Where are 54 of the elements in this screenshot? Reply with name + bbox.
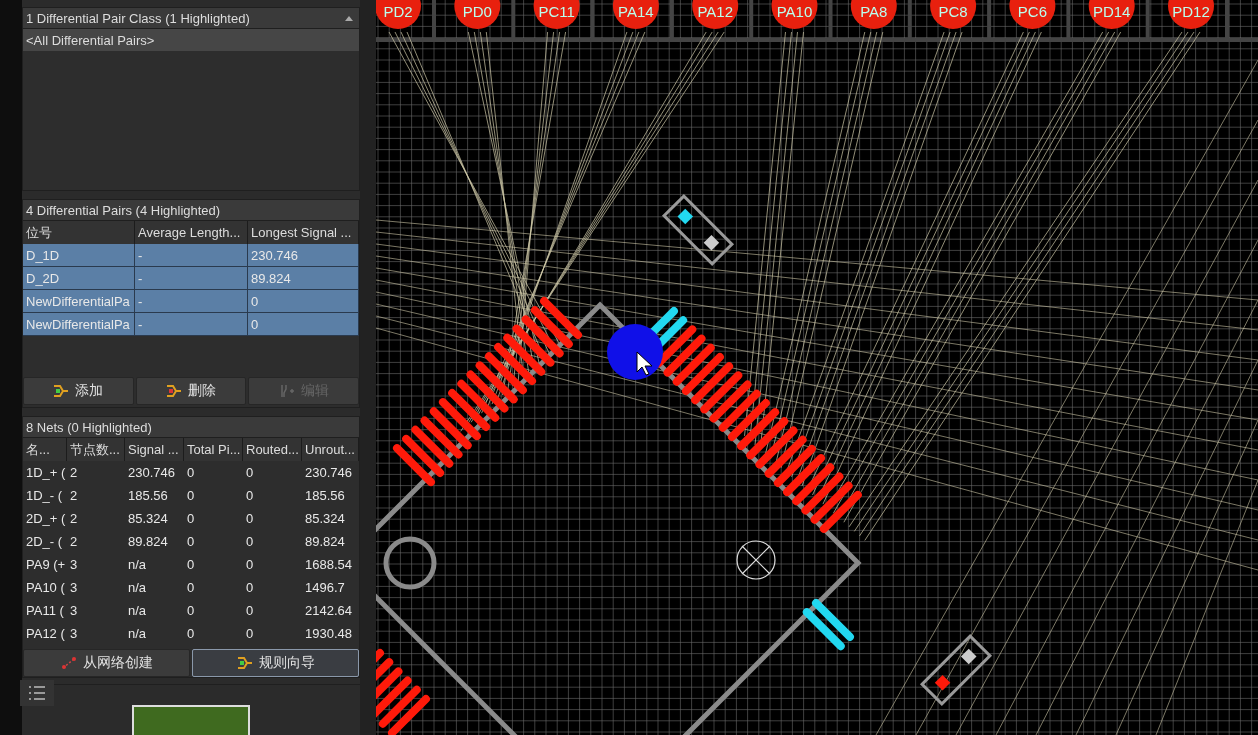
pad: PD12	[1168, 0, 1214, 29]
panel-button[interactable]: 规则向导	[192, 649, 359, 677]
panel-button[interactable]: 添加	[23, 377, 134, 405]
pad: PC11	[533, 0, 580, 29]
table-cell: NewDifferentialPa	[23, 313, 135, 336]
table-cell: D_1D	[23, 244, 135, 267]
column-header[interactable]: 位号	[23, 221, 135, 244]
pad: PA10	[771, 0, 818, 29]
column-header[interactable]: Total Pi...	[184, 438, 243, 461]
pad: PA14	[612, 0, 659, 29]
collapse-icon[interactable]	[345, 15, 353, 21]
pad: PA12	[692, 0, 739, 29]
panel-button[interactable]: 从网络创建	[23, 649, 190, 677]
table-cell: -	[135, 290, 248, 313]
table-cell: 230.746	[248, 244, 359, 267]
column-header[interactable]: Unrout...	[302, 438, 359, 461]
table-cell: -	[135, 267, 248, 290]
list-icon[interactable]	[20, 680, 54, 706]
connector-icon	[53, 384, 70, 398]
panel-title: 1 Differential Pair Class (1 Highlighted)	[26, 10, 250, 26]
table-cell: 0	[248, 290, 359, 313]
pad: PC6	[1009, 0, 1056, 29]
panel-button[interactable]: 删除	[135, 377, 247, 405]
table-cell: 0	[248, 313, 359, 336]
column-header[interactable]: Longest Signal ...	[248, 221, 359, 244]
pad: PA8	[850, 0, 897, 29]
column-header[interactable]: Routed...	[243, 438, 302, 461]
table-cell: NewDifferentialPa	[23, 290, 135, 313]
pin-one-marker	[383, 536, 437, 590]
panel-header: 4 Differential Pairs (4 Highlighted)	[22, 199, 360, 221]
crosshair-icon	[736, 540, 776, 580]
pad-row-drawing	[802, 599, 854, 651]
table-cell: D_2D	[23, 267, 135, 290]
column-header[interactable]: Signal ...	[125, 438, 184, 461]
board-thumbnail[interactable]	[132, 705, 250, 735]
pad: PD14	[1088, 0, 1135, 29]
pad: PD0	[454, 0, 501, 29]
table-cell: 89.824	[248, 267, 359, 290]
cursor-icon	[636, 351, 653, 376]
scrollbar[interactable]	[360, 0, 376, 735]
column-header[interactable]: Average Length...	[135, 221, 248, 244]
pad: PD2	[376, 0, 421, 29]
table-cell: -	[135, 313, 248, 336]
pad: PC8	[930, 0, 977, 29]
column-header[interactable]: 名...	[23, 438, 67, 461]
connector-icon	[236, 656, 253, 670]
list-item[interactable]: <All Differential Pairs>	[23, 29, 359, 51]
table-cell: -	[135, 244, 248, 267]
connector-icon	[166, 384, 182, 398]
panel-header: 8 Nets (0 Highlighted)	[22, 416, 360, 438]
via-highlight	[607, 324, 663, 380]
edit-traces-icon	[278, 384, 295, 398]
column-header[interactable]: 节点数...	[67, 438, 125, 461]
nodes-icon	[60, 656, 77, 670]
